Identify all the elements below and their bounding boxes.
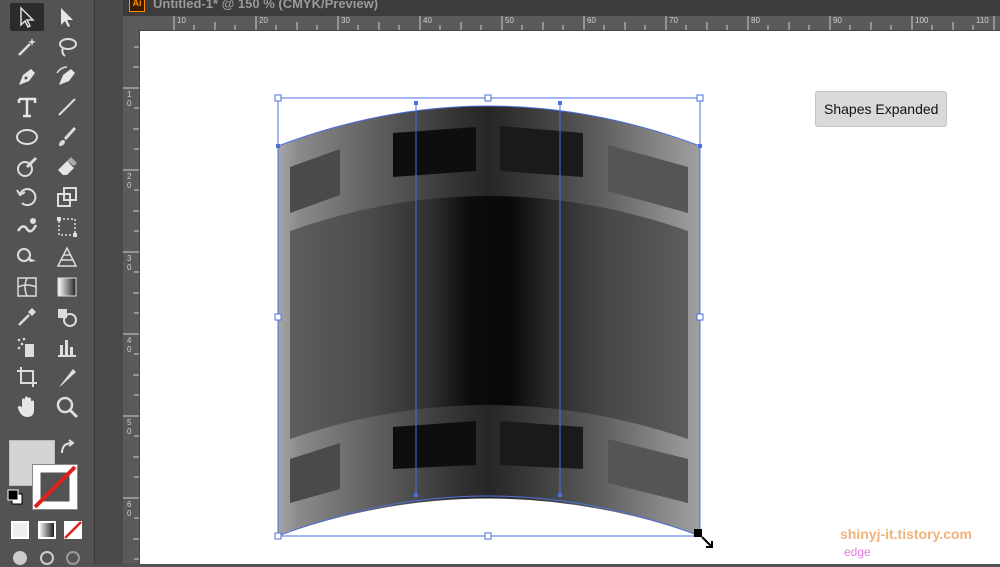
none-mode-icon[interactable] — [60, 517, 86, 543]
ruler-label: 1 0 — [127, 90, 132, 108]
gradient-tool-icon[interactable] — [50, 273, 84, 301]
selection-tool-icon[interactable] — [10, 3, 44, 31]
shape-builder-tool-icon[interactable] — [10, 243, 44, 271]
line-segment-tool-icon[interactable] — [50, 93, 84, 121]
ruler-label: 80 — [751, 16, 760, 25]
symbol-sprayer-tool-icon[interactable] — [10, 333, 44, 361]
free-transform-tool-icon[interactable] — [50, 213, 84, 241]
ellipse-tool-icon[interactable] — [10, 123, 44, 151]
ruler-label: 4 0 — [127, 336, 132, 354]
shapes-expanded-tooltip: Shapes Expanded — [815, 91, 948, 127]
lasso-tool-icon[interactable] — [50, 33, 84, 61]
smart-guide-edge-label: edge — [844, 545, 871, 559]
eraser-tool-icon[interactable] — [50, 153, 84, 181]
default-fill-stroke-icon[interactable] — [6, 488, 26, 508]
film-perforation — [393, 127, 476, 177]
ruler-label: 5 0 — [127, 418, 132, 436]
document-title: Untitled-1* @ 150 % (CMYK/Preview) — [153, 0, 379, 11]
resize-cursor-icon — [694, 529, 713, 548]
swap-fill-stroke-icon[interactable] — [56, 436, 80, 458]
ruler-label: 50 — [505, 16, 514, 25]
tools-panel — [0, 0, 95, 565]
ruler-label: 6 0 — [127, 500, 132, 518]
zoom-tool-icon[interactable] — [50, 393, 84, 421]
illustrator-app-icon: Ai — [129, 0, 145, 12]
ruler-origin[interactable] — [123, 16, 140, 30]
document-tab[interactable]: Ai Untitled-1* @ 150 % (CMYK/Preview) — [123, 0, 1000, 16]
ruler-label: 20 — [259, 16, 268, 25]
ruler-label: 90 — [833, 16, 842, 25]
draw-normal-icon[interactable] — [7, 546, 33, 565]
ruler-label: 2 0 — [127, 172, 132, 190]
draw-inside-icon[interactable] — [60, 546, 86, 565]
type-tool-icon[interactable] — [10, 93, 44, 121]
perspective-grid-tool-icon[interactable] — [50, 243, 84, 271]
column-graph-tool-icon[interactable] — [50, 333, 84, 361]
gradient-mode-icon[interactable] — [34, 517, 60, 543]
film-perforation — [500, 421, 583, 469]
magic-wand-tool-icon[interactable] — [10, 33, 44, 61]
ruler-label: 10 — [177, 16, 186, 25]
warp-tool-icon[interactable] — [10, 213, 44, 241]
panel-gutter — [95, 0, 123, 564]
eyedropper-tool-icon[interactable] — [10, 303, 44, 331]
pen-tool-icon[interactable] — [10, 63, 44, 91]
mesh-tool-icon[interactable] — [10, 273, 44, 301]
color-mode-icon[interactable] — [7, 517, 33, 543]
ruler-label: 40 — [423, 16, 432, 25]
artboard-tool-icon[interactable] — [10, 363, 44, 391]
stroke-none-swatch[interactable] — [32, 464, 78, 510]
artboard-canvas[interactable]: Shapes Expanded edge — [140, 31, 1000, 564]
ruler-label: 3 0 — [127, 254, 132, 272]
vertical-ruler[interactable]: 1 0 2 0 3 0 4 0 5 0 6 0 — [123, 30, 140, 564]
ruler-label: 110 — [976, 16, 989, 25]
film-perforation — [500, 126, 583, 177]
ruler-label: 100 — [915, 16, 929, 25]
film-perforation — [393, 421, 476, 469]
scale-tool-icon[interactable] — [50, 183, 84, 211]
horizontal-ruler[interactable]: 10 20 30 40 50 60 70 80 90 100 110 — [140, 16, 1000, 31]
draw-behind-icon[interactable] — [34, 546, 60, 565]
shaper-tool-icon[interactable] — [10, 153, 44, 181]
rotate-tool-icon[interactable] — [10, 183, 44, 211]
hand-tool-icon[interactable] — [10, 393, 44, 421]
ruler-label: 70 — [669, 16, 678, 25]
ruler-label: 60 — [587, 16, 596, 25]
watermark: shinyj-it.tistory.com — [840, 526, 972, 542]
blend-tool-icon[interactable] — [50, 303, 84, 331]
curvature-tool-icon[interactable] — [50, 63, 84, 91]
direct-selection-tool-icon[interactable] — [50, 3, 84, 31]
horizontal-ruler-ticks — [173, 16, 995, 30]
paintbrush-tool-icon[interactable] — [50, 123, 84, 151]
ruler-label: 30 — [341, 16, 350, 25]
slice-tool-icon[interactable] — [50, 363, 84, 391]
vertical-ruler-ticks — [123, 46, 139, 560]
film-main-frame — [290, 196, 688, 439]
